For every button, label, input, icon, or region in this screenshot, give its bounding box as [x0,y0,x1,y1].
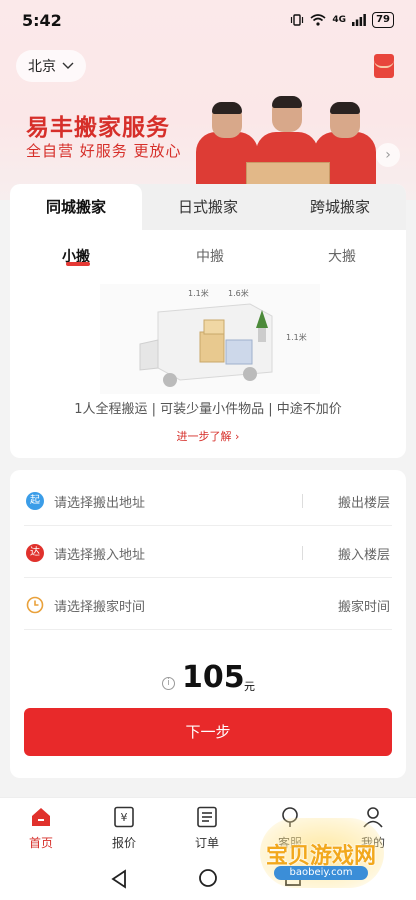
to-address-row[interactable]: 达 请选择搬入地址 搬入楼层 [24,526,392,578]
home-icon [32,808,50,826]
red-packet-icon[interactable] [374,54,394,78]
watermark-logo: 宝贝游戏网 baobeiy.com [256,812,386,890]
status-icons: 4G 79 [290,12,394,28]
to-address-field[interactable]: 请选择搬入地址 [54,544,145,563]
size-tab-large[interactable]: 大搬 [328,246,356,266]
time-row[interactable]: 请选择搬家时间 搬家时间 [24,578,392,630]
truck-dim-width: 1.6米 [228,288,249,298]
price-unit: 元 [244,680,255,693]
from-badge: 起 [26,492,44,510]
chevron-right-icon: › [235,430,240,443]
nav-quote[interactable]: ¥ 报价 [94,806,154,851]
chevron-down-icon [62,62,74,69]
vibrate-icon [291,14,304,26]
learn-more-label: 进一步了解 [176,430,232,443]
from-address-row[interactable]: 起 请选择搬出地址 搬出楼层 [24,474,392,526]
truck-illustration: 1.1米 1.6米 1.1米 [100,284,320,394]
status-bar: 5:42 4G 79 [0,0,416,40]
service-tabs: 同城搬家 日式搬家 跨城搬家 [10,184,406,230]
banner-subtitle: 全自营 好服务 更放心 [26,142,182,160]
truck-dim-height: 1.1米 [286,332,307,342]
network-type: 4G [332,15,347,25]
moving-box [246,162,330,186]
banner-next-button[interactable]: › [376,143,400,167]
service-description: 1人全程搬运 | 可装少量小件物品 | 中途不加价 [74,402,342,417]
tab-same-city[interactable]: 同城搬家 [10,184,142,230]
city-selector[interactable]: 北京 [16,50,86,82]
nav-quote-label: 报价 [111,836,136,850]
size-tab-medium[interactable]: 中搬 [196,246,224,266]
home-circle-icon[interactable] [198,868,218,888]
info-icon[interactable]: i [162,677,175,690]
orders-icon [197,806,217,828]
nav-home-label: 首页 [28,836,53,850]
divider [302,546,303,560]
tab-japanese-style[interactable]: 日式搬家 [142,184,274,230]
banner-title: 易丰搬家服务 [26,115,170,141]
time-right-label[interactable]: 搬家时间 [338,596,390,615]
city-label: 北京 [28,59,56,75]
nav-orders-label: 订单 [194,836,219,850]
next-step-button[interactable]: 下一步 [24,708,392,756]
status-time: 5:42 [22,10,62,30]
service-card: 同城搬家 日式搬家 跨城搬家 小搬 中搬 大搬 1.1米 1.6米 1.1米 1… [10,184,406,458]
clock-icon [26,596,44,614]
svg-text:¥: ¥ [121,811,128,824]
banner-staff-image [196,92,376,186]
battery-indicator: 79 [372,12,394,28]
tab-intercity[interactable]: 跨城搬家 [274,184,406,230]
quote-icon: ¥ [114,806,134,828]
truck-dim-length: 1.1米 [188,288,209,298]
time-field[interactable]: 请选择搬家时间 [54,596,145,615]
learn-more-link[interactable]: 进一步了解 › [10,428,406,444]
price-display: i 105 元 [10,658,406,702]
to-badge: 达 [26,544,44,562]
signal-icon [352,14,366,26]
from-address-field[interactable]: 请选择搬出地址 [54,492,145,511]
watermark-url: baobeiy.com [274,866,368,880]
nav-orders[interactable]: 订单 [177,806,237,851]
size-tab-indicator [66,262,90,266]
to-floor-field[interactable]: 搬入楼层 [338,544,390,563]
back-icon[interactable] [110,869,128,889]
price-value: 105 [182,660,245,695]
from-floor-field[interactable]: 搬出楼层 [338,492,390,511]
divider [302,494,303,508]
nav-home[interactable]: 首页 [11,806,71,851]
order-form-card: 起 请选择搬出地址 搬出楼层 达 请选择搬入地址 搬入楼层 请选择搬家时间 搬家… [10,470,406,778]
wifi-icon [310,14,326,26]
